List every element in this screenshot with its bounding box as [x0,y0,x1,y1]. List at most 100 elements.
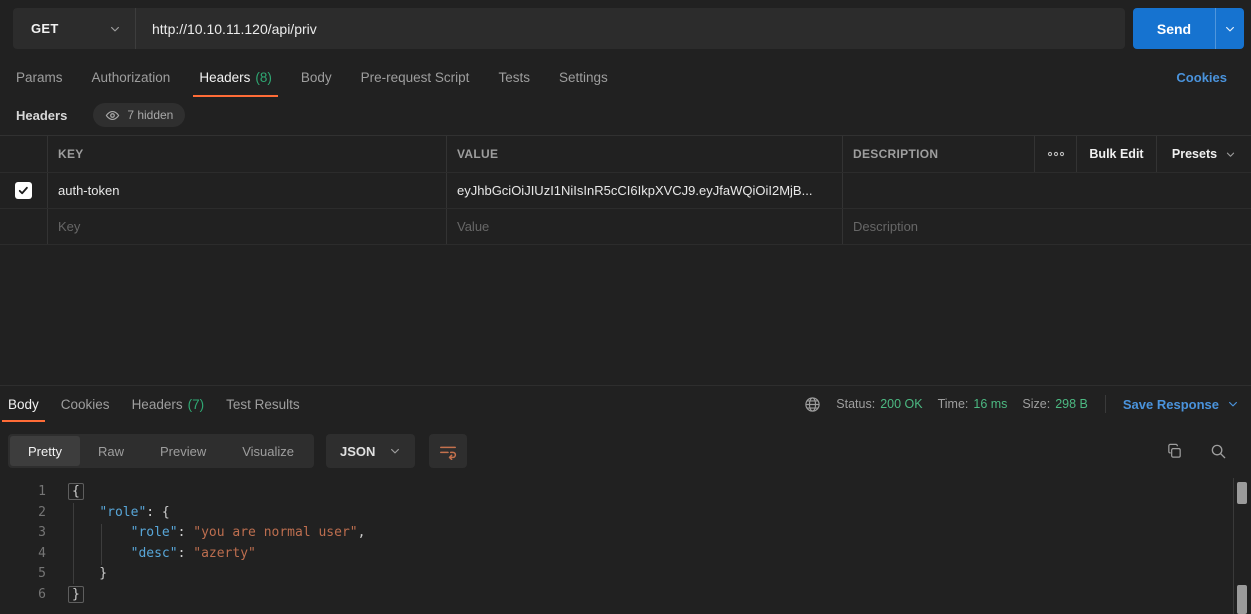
cookies-link[interactable]: Cookies [1176,70,1251,85]
headers-section-header: Headers 7 hidden [0,99,1251,131]
fold-guide [73,503,74,584]
headers-count-badge: (8) [255,70,272,85]
scrollbar-track [1233,478,1234,614]
code-lines: 1{2 "role": {3 "role": "you are normal u… [0,482,1233,606]
presets-dropdown[interactable]: Presets [1157,136,1251,172]
method-dropdown[interactable]: GET [13,8,135,49]
method-label: GET [31,21,59,36]
indent-guide [101,524,102,565]
code-line: 4 "desc": "azerty" [0,544,1233,565]
column-value: VALUE [447,136,843,172]
search-icon[interactable] [1210,443,1227,460]
line-number: 1 [0,482,46,503]
line-number: 5 [0,564,46,585]
view-mode-segmented-control: Pretty Raw Preview Visualize [8,434,314,468]
header-description-cell[interactable] [843,173,1251,208]
wrap-text-icon [438,442,458,460]
line-number: 2 [0,503,46,524]
scrollbar-thumb[interactable] [1237,585,1247,614]
tab-params[interactable]: Params [16,58,63,97]
tab-body[interactable]: Body [301,58,332,97]
column-description: DESCRIPTION [843,136,1035,172]
line-number: 6 [0,585,46,606]
header-row-auth-token: auth-token eyJhbGciOiJIUzI1NiIsInR5cCI6I… [0,173,1251,209]
copy-icon[interactable] [1166,443,1183,460]
send-options-button[interactable] [1215,8,1244,49]
response-tab-body[interactable]: Body [8,386,39,422]
response-body-code[interactable]: 1{2 "role": {3 "role": "you are normal u… [0,478,1233,614]
response-status: Status: 200 OK [836,397,922,411]
format-dropdown[interactable]: JSON [326,434,415,468]
request-bar: GET http://10.10.11.120/api/priv Send [13,8,1244,49]
tab-settings[interactable]: Settings [559,58,608,97]
size-value: 298 B [1055,397,1088,411]
hidden-headers-toggle[interactable]: 7 hidden [93,103,185,127]
view-mode-raw[interactable]: Raw [80,436,142,466]
key-input[interactable]: Key [48,209,447,244]
description-input[interactable]: Description [843,209,1251,244]
divider [1105,395,1106,413]
line-text: "desc": "azerty" [68,544,256,565]
code-line: 6} [0,585,1233,606]
hidden-headers-label: 7 hidden [127,108,173,122]
view-mode-preview[interactable]: Preview [142,436,224,466]
headers-table-header: KEY VALUE DESCRIPTION Bulk Edit Presets [0,136,1251,173]
url-value: http://10.10.11.120/api/priv [152,21,317,37]
response-tab-test-results[interactable]: Test Results [226,386,300,422]
column-key: KEY [48,136,447,172]
eye-icon [105,108,120,123]
request-tabs: Params Authorization Headers (8) Body Pr… [0,58,1251,97]
network-globe-icon[interactable] [804,396,821,413]
response-time: Time: 16 ms [938,397,1008,411]
tab-tests[interactable]: Tests [498,58,530,97]
headers-section-title: Headers [16,108,67,123]
chevron-down-icon [1224,23,1236,35]
code-line: 3 "role": "you are normal user", [0,523,1233,544]
wrap-text-button[interactable] [429,434,467,468]
header-key-cell[interactable]: auth-token [48,173,447,208]
tab-headers[interactable]: Headers (8) [199,58,272,97]
line-text: { [68,482,84,503]
response-tab-headers[interactable]: Headers (7) [132,386,205,422]
response-body-actions [1166,443,1251,460]
response-size: Size: 298 B [1022,397,1087,411]
response-view-toolbar: Pretty Raw Preview Visualize JSON [0,432,1251,470]
row-enabled-checkbox[interactable] [15,182,32,199]
chevron-down-icon [109,23,121,35]
chevron-down-icon [1225,149,1236,160]
response-meta: Status: 200 OK Time: 16 ms Size: 298 B S… [804,395,1251,413]
send-button-group: Send [1133,8,1244,49]
response-headers-count-badge: (7) [188,397,205,412]
headers-table: KEY VALUE DESCRIPTION Bulk Edit Presets … [0,135,1251,245]
check-icon [18,185,29,196]
more-options-button[interactable] [1035,136,1077,172]
tab-pre-request-script[interactable]: Pre-request Script [361,58,470,97]
view-mode-visualize[interactable]: Visualize [224,436,312,466]
value-input[interactable]: Value [447,209,843,244]
url-input[interactable]: http://10.10.11.120/api/priv [135,8,1125,49]
line-text: "role": { [68,503,170,524]
save-response-dropdown[interactable]: Save Response [1123,397,1239,412]
postman-request-view: GET http://10.10.11.120/api/priv Send Pa… [0,0,1251,614]
line-text: "role": "you are normal user", [68,523,365,544]
response-tab-cookies[interactable]: Cookies [61,386,110,422]
chevron-down-icon [389,445,401,457]
line-number: 4 [0,544,46,565]
chevron-down-icon [1227,398,1239,410]
code-line: 5 } [0,564,1233,585]
code-line: 2 "role": { [0,503,1233,524]
more-dots-icon [1047,151,1065,157]
scrollbar-thumb[interactable] [1237,482,1247,504]
header-row-empty: Key Value Description [0,209,1251,245]
view-mode-pretty[interactable]: Pretty [10,436,80,466]
response-tabs: Body Cookies Headers (7) Test Results St… [0,386,1251,422]
code-line: 1{ [0,482,1233,503]
header-value-cell[interactable]: eyJhbGciOiJIUzI1NiIsInR5cCI6IkpXVCJ9.eyJ… [447,173,843,208]
line-number: 3 [0,523,46,544]
bulk-edit-button[interactable]: Bulk Edit [1077,136,1157,172]
line-text: } [68,585,84,606]
time-value: 16 ms [973,397,1007,411]
tab-authorization[interactable]: Authorization [92,58,171,97]
send-button[interactable]: Send [1133,8,1215,49]
status-value: 200 OK [880,397,922,411]
